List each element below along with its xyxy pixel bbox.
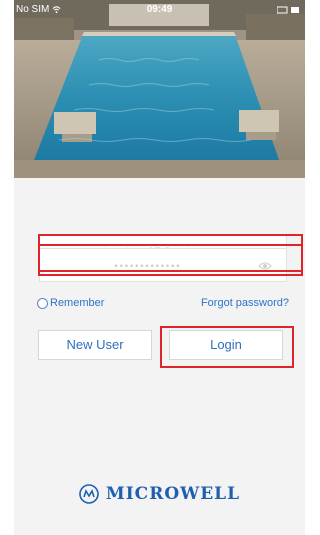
microwell-logo-mark	[79, 484, 99, 504]
status-bar: No SIM 09:49	[14, 0, 305, 20]
status-icons	[277, 6, 299, 14]
forgot-password-link[interactable]: Forgot password?	[201, 296, 289, 310]
radio-button[interactable]	[37, 297, 48, 309]
pool-hero-image	[14, 0, 305, 178]
logo-text: MICROWELL	[105, 484, 241, 504]
password-value[interactable]: •••••••••••••	[40, 249, 256, 283]
eye-icon[interactable]	[258, 261, 272, 271]
password-field[interactable]: •••••••••••••	[39, 248, 287, 282]
status-time: 09:49	[146, 4, 173, 15]
login-button[interactable]: Login	[169, 330, 283, 360]
login-screen: No SIM 09:49 g.harrison87@yahoo.com ••••…	[14, 0, 305, 535]
remember-label[interactable]: Remember	[50, 297, 104, 309]
brand-logo: MICROWELL	[14, 483, 305, 505]
remember-toggle[interactable]: Remember	[37, 296, 104, 310]
new-user-button[interactable]: New User	[38, 330, 152, 360]
